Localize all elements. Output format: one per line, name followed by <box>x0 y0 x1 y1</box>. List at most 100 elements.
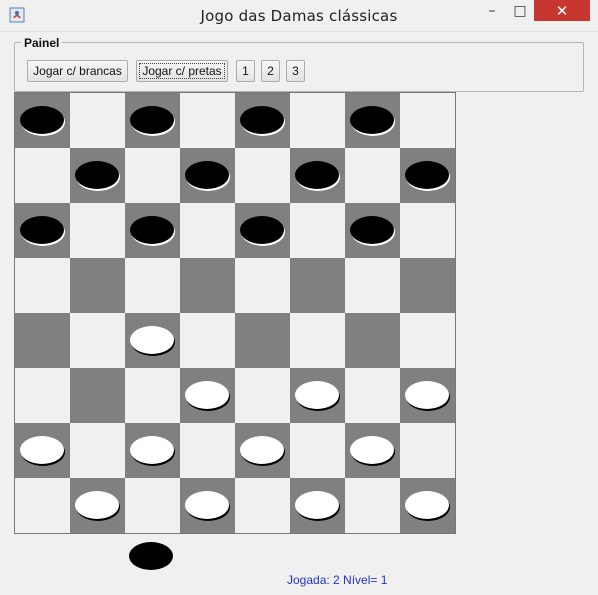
board-square[interactable] <box>290 423 345 478</box>
black-piece[interactable] <box>130 106 174 134</box>
board-square[interactable] <box>70 148 125 203</box>
play-white-button[interactable]: Jogar c/ brancas <box>27 60 128 82</box>
board-square[interactable] <box>15 478 70 533</box>
minimize-button[interactable]: – <box>478 0 506 21</box>
board-square[interactable] <box>70 313 125 368</box>
board-square[interactable] <box>290 148 345 203</box>
board-square[interactable] <box>180 478 235 533</box>
board-square[interactable] <box>400 93 455 148</box>
white-piece[interactable] <box>130 436 174 464</box>
turn-indicator-black-piece <box>129 542 173 570</box>
board-square[interactable] <box>180 368 235 423</box>
board-square[interactable] <box>125 423 180 478</box>
white-piece[interactable] <box>405 491 449 519</box>
board-square[interactable] <box>400 203 455 258</box>
black-piece[interactable] <box>20 216 64 244</box>
board-square[interactable] <box>70 258 125 313</box>
board-square[interactable] <box>345 93 400 148</box>
board-square[interactable] <box>15 258 70 313</box>
board-square[interactable] <box>125 258 180 313</box>
board-square[interactable] <box>400 478 455 533</box>
black-piece[interactable] <box>405 161 449 189</box>
play-black-button[interactable]: Jogar c/ pretas <box>136 60 228 82</box>
white-piece[interactable] <box>130 326 174 354</box>
board-square[interactable] <box>345 203 400 258</box>
board-square[interactable] <box>15 203 70 258</box>
board-square[interactable] <box>400 313 455 368</box>
checkers-board <box>14 92 456 534</box>
board-square[interactable] <box>400 423 455 478</box>
board-square[interactable] <box>15 423 70 478</box>
board-square[interactable] <box>70 93 125 148</box>
board-square[interactable] <box>345 368 400 423</box>
board-square[interactable] <box>180 203 235 258</box>
board-square[interactable] <box>70 478 125 533</box>
black-piece[interactable] <box>350 106 394 134</box>
black-piece[interactable] <box>350 216 394 244</box>
white-piece[interactable] <box>75 491 119 519</box>
board-square[interactable] <box>400 258 455 313</box>
board-square[interactable] <box>235 148 290 203</box>
board-square[interactable] <box>125 313 180 368</box>
board-square[interactable] <box>125 148 180 203</box>
board-square[interactable] <box>125 478 180 533</box>
black-piece[interactable] <box>20 106 64 134</box>
board-square[interactable] <box>235 203 290 258</box>
board-square[interactable] <box>345 313 400 368</box>
board-square[interactable] <box>125 203 180 258</box>
board-square[interactable] <box>180 313 235 368</box>
board-square[interactable] <box>345 478 400 533</box>
board-square[interactable] <box>70 203 125 258</box>
board-square[interactable] <box>70 368 125 423</box>
board-square[interactable] <box>180 423 235 478</box>
board-square[interactable] <box>235 313 290 368</box>
board-square[interactable] <box>235 478 290 533</box>
board-square[interactable] <box>235 93 290 148</box>
board-square[interactable] <box>290 313 345 368</box>
white-piece[interactable] <box>185 491 229 519</box>
board-square[interactable] <box>70 423 125 478</box>
minimize-icon: – <box>488 2 496 19</box>
white-piece[interactable] <box>405 381 449 409</box>
board-square[interactable] <box>345 258 400 313</box>
board-square[interactable] <box>290 478 345 533</box>
white-piece[interactable] <box>240 436 284 464</box>
board-square[interactable] <box>290 93 345 148</box>
level-2-button[interactable]: 2 <box>261 60 280 82</box>
board-square[interactable] <box>400 148 455 203</box>
board-square[interactable] <box>180 258 235 313</box>
board-square[interactable] <box>345 148 400 203</box>
board-square[interactable] <box>400 368 455 423</box>
board-square[interactable] <box>180 93 235 148</box>
black-piece[interactable] <box>240 216 284 244</box>
board-square[interactable] <box>180 148 235 203</box>
board-square[interactable] <box>290 258 345 313</box>
board-square[interactable] <box>235 368 290 423</box>
maximize-button[interactable]: □ <box>506 0 534 21</box>
level-3-button[interactable]: 3 <box>286 60 305 82</box>
black-piece[interactable] <box>240 106 284 134</box>
board-square[interactable] <box>15 93 70 148</box>
white-piece[interactable] <box>20 436 64 464</box>
black-piece[interactable] <box>185 161 229 189</box>
board-square[interactable] <box>125 368 180 423</box>
board-square[interactable] <box>15 368 70 423</box>
black-piece[interactable] <box>130 216 174 244</box>
white-piece[interactable] <box>185 381 229 409</box>
status-text: Jogada: 2 Nível= 1 <box>287 573 388 587</box>
board-square[interactable] <box>125 93 180 148</box>
board-square[interactable] <box>345 423 400 478</box>
white-piece[interactable] <box>295 381 339 409</box>
board-square[interactable] <box>235 258 290 313</box>
level-1-button[interactable]: 1 <box>236 60 255 82</box>
board-square[interactable] <box>15 148 70 203</box>
close-button[interactable]: ✕ <box>534 0 590 21</box>
white-piece[interactable] <box>350 436 394 464</box>
black-piece[interactable] <box>75 161 119 189</box>
board-square[interactable] <box>290 368 345 423</box>
board-square[interactable] <box>235 423 290 478</box>
white-piece[interactable] <box>295 491 339 519</box>
black-piece[interactable] <box>295 161 339 189</box>
board-square[interactable] <box>15 313 70 368</box>
board-square[interactable] <box>290 203 345 258</box>
